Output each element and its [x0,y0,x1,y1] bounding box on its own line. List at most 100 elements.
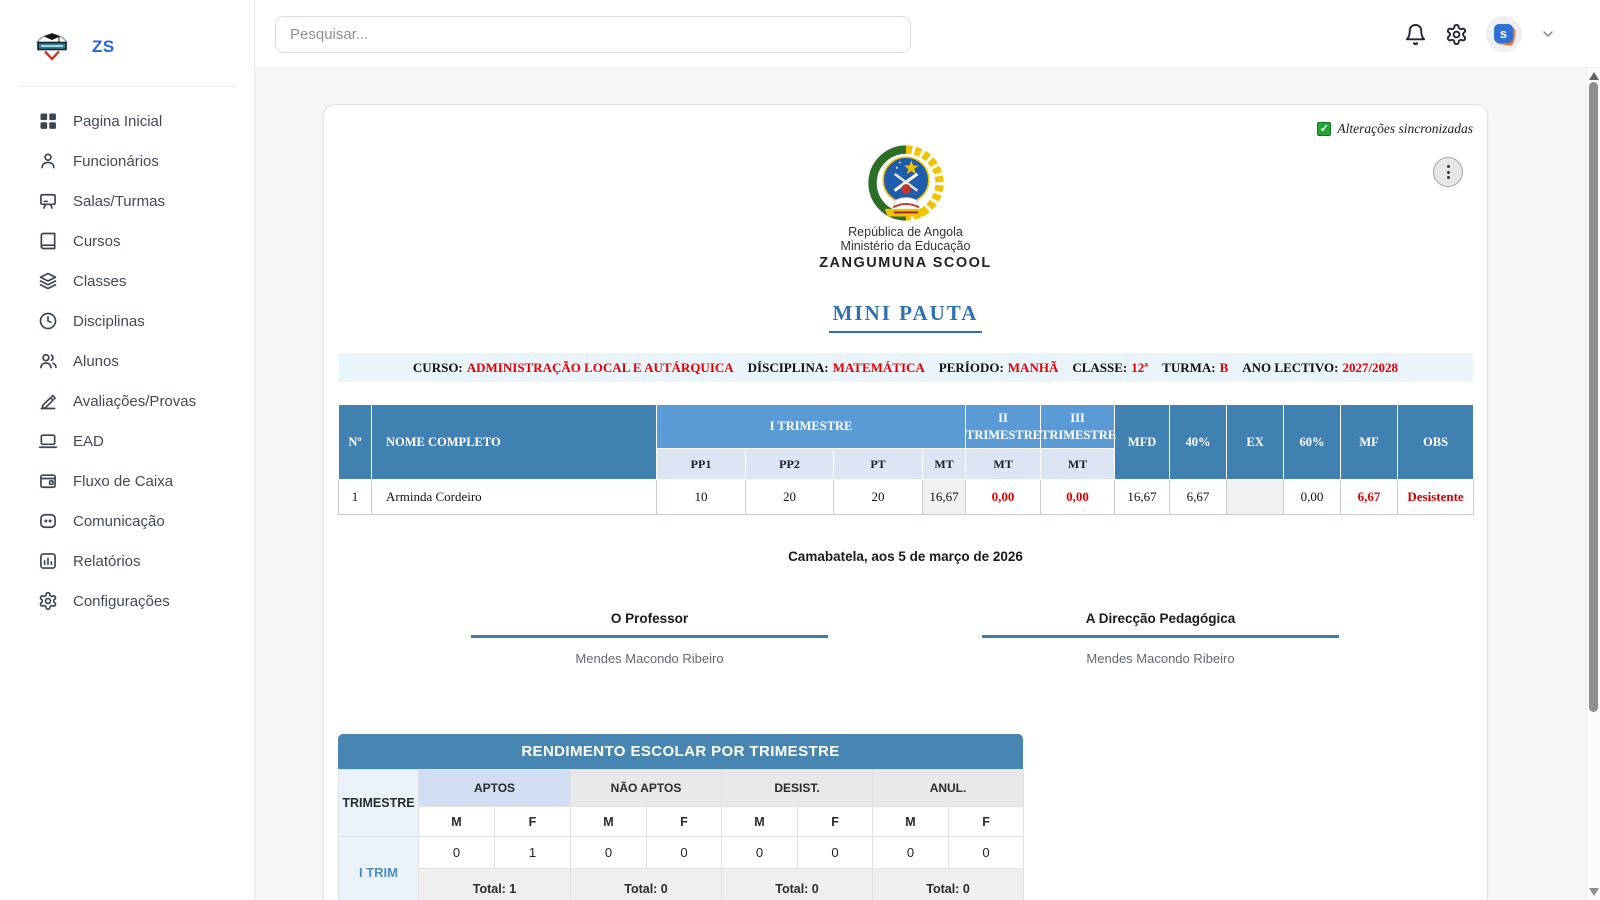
sidebar-item-classes[interactable]: Classes [0,261,254,301]
col-header-ex: EX [1227,405,1284,480]
profile-menu-toggle[interactable] [1540,26,1556,42]
summary-sub-m: M [873,807,949,837]
col-header-pp1: PP1 [657,449,746,480]
settings-button[interactable] [1445,23,1468,46]
grade-cell-mt2: 0,00 [966,480,1041,515]
sidebar-item-fluxo-de-caixa[interactable]: Fluxo de Caixa [0,461,254,501]
info-disciplina: DÍSCIPLINA:MATEMÁTICA [748,360,925,376]
org-ministry: Ministério da Educação [324,239,1487,253]
sidebar-item-label: Pagina Inicial [73,113,162,130]
sidebar-item-label: Relatórios [73,553,141,570]
app-logo[interactable]: ZS [0,0,254,86]
signature-name: Mendes Macondo Ribeiro [982,651,1339,666]
sidebar-item-pagina-inicial[interactable]: Pagina Inicial [0,101,254,141]
summary-value: 0 [647,837,722,869]
col-header-trimestre-3: III TRIMESTRE [1041,405,1115,449]
col-header-mt1: MT [923,449,966,480]
bell-icon [1404,23,1427,46]
clock-icon [38,311,58,331]
search-input[interactable] [275,16,911,53]
info-turma: TURMA:B [1162,360,1228,376]
pencil-icon [38,391,58,411]
date-line: Camabatela, aos 5 de março de 2026 [324,549,1487,564]
main-content: ✓ Alterações sincronizadas República de … [255,68,1586,900]
sidebar-item-relatorios[interactable]: Relatórios [0,541,254,581]
summary-value: 0 [949,837,1024,869]
vertical-scrollbar[interactable] [1586,68,1600,900]
col-header-40: 40% [1170,405,1227,480]
kebab-icon [1447,165,1450,179]
grade-cell-40: 6,67 [1170,480,1227,515]
sidebar-item-label: Cursos [73,233,121,250]
avatar[interactable]: s [1486,16,1522,52]
sidebar-item-alunos[interactable]: Alunos [0,341,254,381]
summary-sub-m: M [722,807,798,837]
summary-table-section: RENDIMENTO ESCOLAR POR TRIMESTRE TRIMEST… [338,734,1023,900]
organization-header: República de Angola Ministério da Educaç… [324,225,1487,271]
col-header-mt2: MT [966,449,1041,480]
summary-value: 0 [419,837,495,869]
summary-group-aptos: APTOS [419,770,571,807]
grade-cell-mt3: 0,00 [1041,480,1115,515]
sidebar-item-funcionarios[interactable]: Funcionários [0,141,254,181]
dashboard-icon [38,111,58,131]
sidebar-item-label: Disciplinas [73,313,145,330]
topbar: s [255,0,1600,68]
col-header-mt3: MT [1041,449,1115,480]
summary-value: 0 [722,837,798,869]
summary-sub-m: M [571,807,647,837]
sidebar-item-label: Classes [73,273,126,290]
col-header-trimestre-1: I TRIMESTRE [657,405,966,449]
signature-direccao: A Direcção Pedagógica Mendes Macondo Rib… [982,611,1339,666]
info-curso: CURSO:ADMINISTRAÇÃO LOCAL E AUTÁRQUICA [413,360,734,376]
grade-cell-mf: 6,67 [1341,480,1398,515]
school-crest-icon [32,26,72,68]
summary-value: 1 [495,837,571,869]
sidebar-item-avaliacoes-provas[interactable]: Avaliações/Provas [0,381,254,421]
scroll-down-arrow[interactable] [1589,888,1599,896]
col-header-pt: PT [834,449,923,480]
mini-pauta-card: ✓ Alterações sincronizadas República de … [323,104,1488,900]
sidebar-item-disciplinas[interactable]: Disciplinas [0,301,254,341]
summary-totals-row: Total: 1 Total: 0 Total: 0 Total: 0 [339,869,1024,900]
sidebar-item-comunicacao[interactable]: Comunicação [0,501,254,541]
sidebar-item-salas-turmas[interactable]: Salas/Turmas [0,181,254,221]
scroll-up-arrow[interactable] [1589,72,1599,80]
sidebar-item-cursos[interactable]: Cursos [0,221,254,261]
page-title: MINI PAUTA [829,301,983,333]
org-school-name: ZANGUMUNA SCOOL [324,255,1487,271]
summary-table: TRIMESTRE APTOS NÃO APTOS DESIST. ANUL. … [338,769,1024,900]
sidebar-item-configuracoes[interactable]: Configurações [0,581,254,621]
summary-group-desist: DESIST. [722,770,873,807]
col-header-mf: MF [1341,405,1398,480]
signature-title: O Professor [471,611,828,638]
grade-cell-obs: Desistente [1398,480,1474,515]
avatar-letter: s [1494,24,1513,43]
grade-cell-ex [1227,480,1284,515]
summary-value: 0 [798,837,873,869]
laptop-icon [38,431,58,451]
col-header-trimestre-2: II TRIMESTRE [966,405,1041,449]
sidebar-menu: Pagina Inicial Funcionários Salas/Turmas… [0,87,254,621]
logo-text: ZS [92,37,115,57]
summary-group-nao-aptos: NÃO APTOS [571,770,722,807]
gear-icon [38,591,58,611]
sidebar-item-ead[interactable]: EAD [0,421,254,461]
notifications-button[interactable] [1404,23,1427,46]
summary-col-trimestre: TRIMESTRE [339,770,419,837]
scrollbar-thumb[interactable] [1589,82,1598,712]
summary-row-label: I TRIM [339,837,419,900]
wallet-icon [38,471,58,491]
book-icon [38,231,58,251]
presentation-icon [38,191,58,211]
users-icon [38,351,58,371]
col-header-obs: OBS [1398,405,1474,480]
grade-cell-pp2: 20 [746,480,834,515]
summary-sub-f: F [495,807,571,837]
sidebar-item-label: Comunicação [73,513,165,530]
card-menu-button[interactable] [1433,157,1463,187]
gear-icon [1445,23,1468,46]
chevron-down-icon [1540,26,1556,42]
sidebar-item-label: EAD [73,433,104,450]
org-country: República de Angola [324,225,1487,239]
